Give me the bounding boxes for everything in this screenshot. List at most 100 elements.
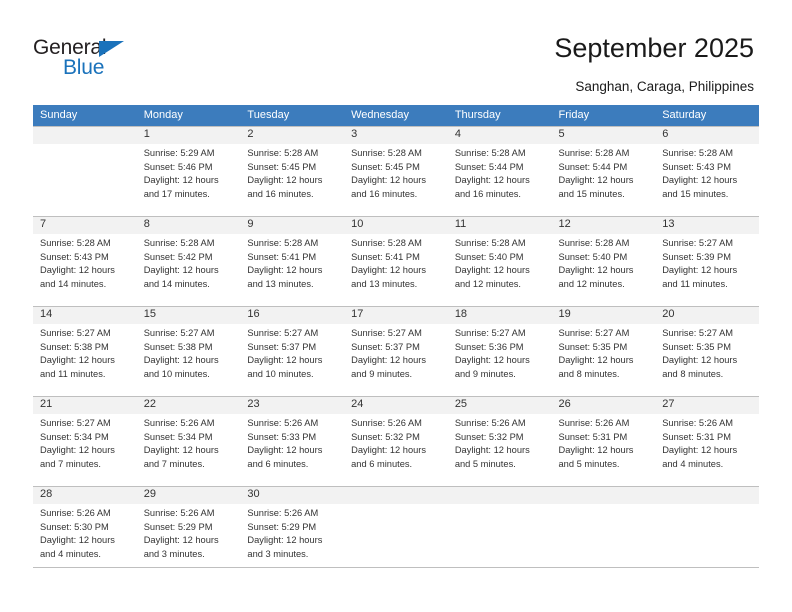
daylight-text-line2: and 4 minutes. — [40, 548, 101, 559]
calendar-day-cell[interactable]: 2 Sunrise: 5:28 AM Sunset: 5:45 PM Daylight… — [240, 126, 345, 216]
day-details: Sunrise: 5:27 AM Sunset: 5:38 PM Daylight:… — [137, 324, 241, 381]
calendar-day-cell[interactable]: 27 Sunrise: 5:26 AM Sunset: 5:31 PM Dayligh… — [655, 396, 759, 486]
day-details: Sunrise: 5:29 AM Sunset: 5:46 PM Daylight:… — [137, 144, 241, 201]
day-number: 20 — [655, 307, 759, 324]
day-details: Sunrise: 5:28 AM Sunset: 5:45 PM Daylight:… — [344, 144, 448, 201]
calendar-day-cell[interactable]: 17 Sunrise: 5:27 AM Sunset: 5:37 PM Dayligh… — [344, 306, 448, 396]
calendar-day-cell[interactable]: 5 Sunrise: 5:28 AM Sunset: 5:44 PM Daylight… — [551, 126, 656, 216]
daylight-text-line2: and 14 minutes. — [40, 278, 107, 289]
calendar-day-cell[interactable]: 6 Sunrise: 5:28 AM Sunset: 5:43 PM Daylight… — [655, 126, 759, 216]
day-cell-inner: 26 Sunrise: 5:26 AM Sunset: 5:31 PM Dayligh… — [551, 396, 656, 486]
daylight-text-line1: Daylight: 12 hours — [558, 445, 634, 456]
day-cell-inner: 28 Sunrise: 5:26 AM Sunset: 5:30 PM Dayligh… — [33, 486, 137, 576]
sunset-text: Sunset: 5:34 PM — [143, 431, 213, 442]
calendar-day-cell[interactable]: 13 Sunrise: 5:27 AM Sunset: 5:39 PM Dayligh… — [655, 216, 759, 306]
weekday-header-row: Sunday Monday Tuesday Wednesday Thursday… — [33, 105, 759, 126]
daylight-text-line1: Daylight: 12 hours — [143, 355, 219, 366]
calendar-day-cell[interactable]: 9 Sunrise: 5:28 AM Sunset: 5:41 PM Daylight… — [240, 216, 345, 306]
calendar-day-cell[interactable]: 7 Sunrise: 5:28 AM Sunset: 5:43 PM Daylight… — [33, 216, 137, 306]
daylight-text-line2: and 16 minutes. — [351, 188, 418, 199]
day-cell-inner: 12 Sunrise: 5:28 AM Sunset: 5:40 PM Dayligh… — [551, 216, 656, 306]
calendar-day-cell[interactable]: 10 Sunrise: 5:28 AM Sunset: 5:41 PM Dayligh… — [344, 216, 448, 306]
day-number: 6 — [655, 127, 759, 144]
calendar-day-cell[interactable]: 22 Sunrise: 5:26 AM Sunset: 5:34 PM Dayligh… — [136, 396, 241, 486]
day-number: 4 — [447, 127, 552, 144]
calendar-day-cell[interactable]: 8 Sunrise: 5:28 AM Sunset: 5:42 PM Daylight… — [136, 216, 241, 306]
weekday-header-thursday: Thursday — [447, 105, 552, 126]
sunrise-text: Sunrise: 5:26 AM — [662, 418, 734, 428]
sunset-text: Sunset: 5:37 PM — [351, 341, 420, 352]
calendar-day-cell[interactable]: 28 Sunrise: 5:26 AM Sunset: 5:30 PM Dayligh… — [33, 486, 137, 576]
calendar-day-cell[interactable]: 4 Sunrise: 5:28 AM Sunset: 5:44 PM Daylight… — [447, 126, 552, 216]
calendar-day-cell[interactable] — [344, 486, 448, 576]
sunrise-text: Sunrise: 5:27 AM — [351, 328, 422, 338]
calendar-day-cell[interactable]: 15 Sunrise: 5:27 AM Sunset: 5:38 PM Dayligh… — [136, 306, 241, 396]
sunset-text: Sunset: 5:44 PM — [558, 161, 628, 172]
day-number: 10 — [344, 217, 448, 234]
calendar-day-cell[interactable]: 19 Sunrise: 5:27 AM Sunset: 5:35 PM Dayligh… — [551, 306, 656, 396]
calendar-day-cell[interactable]: 18 Sunrise: 5:27 AM Sunset: 5:36 PM Dayligh… — [447, 306, 552, 396]
calendar-day-cell[interactable]: 1 Sunrise: 5:29 AM Sunset: 5:46 PM Daylight… — [136, 126, 241, 216]
daylight-text-line1: Daylight: 12 hours — [558, 175, 634, 186]
day-cell-inner: 2 Sunrise: 5:28 AM Sunset: 5:45 PM Daylight… — [240, 126, 345, 216]
calendar-day-cell[interactable]: 16 Sunrise: 5:27 AM Sunset: 5:37 PM Dayligh… — [240, 306, 345, 396]
sunset-text: Sunset: 5:35 PM — [662, 341, 731, 352]
day-cell-inner — [447, 486, 552, 576]
sunset-text: Sunset: 5:29 PM — [143, 521, 213, 532]
daylight-text-line1: Daylight: 12 hours — [662, 175, 738, 186]
daylight-text-line2: and 7 minutes. — [143, 458, 205, 469]
calendar-day-cell[interactable] — [655, 486, 759, 576]
daylight-text-line1: Daylight: 12 hours — [351, 445, 427, 456]
daylight-text-line1: Daylight: 12 hours — [40, 355, 115, 366]
day-details: Sunrise: 5:28 AM Sunset: 5:42 PM Daylight:… — [137, 234, 241, 291]
day-details: Sunrise: 5:27 AM Sunset: 5:38 PM Daylight:… — [33, 324, 137, 381]
calendar-day-cell[interactable]: 21 Sunrise: 5:27 AM Sunset: 5:34 PM Dayligh… — [33, 396, 137, 486]
sunset-text: Sunset: 5:43 PM — [662, 161, 731, 172]
sunrise-text: Sunrise: 5:28 AM — [662, 148, 734, 158]
sunset-text: Sunset: 5:36 PM — [454, 341, 524, 352]
calendar-day-cell[interactable]: 11 Sunrise: 5:28 AM Sunset: 5:40 PM Dayligh… — [447, 216, 552, 306]
daylight-text-line1: Daylight: 12 hours — [351, 355, 427, 366]
calendar-day-cell[interactable] — [33, 126, 137, 216]
calendar-day-cell[interactable]: 29 Sunrise: 5:26 AM Sunset: 5:29 PM Dayligh… — [136, 486, 241, 576]
calendar-day-cell[interactable] — [447, 486, 552, 576]
calendar-day-cell[interactable]: 3 Sunrise: 5:28 AM Sunset: 5:45 PM Daylight… — [344, 126, 448, 216]
daylight-text-line2: and 6 minutes. — [247, 458, 309, 469]
calendar-day-cell[interactable]: 25 Sunrise: 5:26 AM Sunset: 5:32 PM Dayligh… — [447, 396, 552, 486]
daylight-text-line2: and 14 minutes. — [143, 278, 210, 289]
calendar-day-cell[interactable]: 20 Sunrise: 5:27 AM Sunset: 5:35 PM Dayligh… — [655, 306, 759, 396]
daylight-text-line1: Daylight: 12 hours — [247, 445, 323, 456]
daylight-text-line2: and 9 minutes. — [351, 368, 413, 379]
calendar-day-cell[interactable] — [551, 486, 656, 576]
day-details: Sunrise: 5:28 AM Sunset: 5:45 PM Daylight:… — [240, 144, 344, 201]
day-cell-inner: 22 Sunrise: 5:26 AM Sunset: 5:34 PM Dayligh… — [136, 396, 241, 486]
calendar-day-cell[interactable]: 30 Sunrise: 5:26 AM Sunset: 5:29 PM Dayligh… — [240, 486, 345, 576]
day-cell-inner: 1 Sunrise: 5:29 AM Sunset: 5:46 PM Daylight… — [136, 126, 241, 216]
sunset-text: Sunset: 5:32 PM — [454, 431, 524, 442]
calendar-day-cell[interactable]: 14 Sunrise: 5:27 AM Sunset: 5:38 PM Dayligh… — [33, 306, 137, 396]
calendar-day-cell[interactable]: 12 Sunrise: 5:28 AM Sunset: 5:40 PM Dayligh… — [551, 216, 656, 306]
calendar-week-row: 7 Sunrise: 5:28 AM Sunset: 5:43 PM Daylight… — [33, 216, 759, 306]
logo-text-blue: Blue — [63, 56, 105, 79]
day-number: 19 — [551, 307, 656, 324]
day-details: Sunrise: 5:26 AM Sunset: 5:31 PM Daylight:… — [655, 414, 759, 471]
day-details: Sunrise: 5:28 AM Sunset: 5:40 PM Daylight:… — [552, 234, 656, 291]
daylight-text-line2: and 3 minutes. — [247, 548, 309, 559]
sunrise-text: Sunrise: 5:27 AM — [662, 238, 734, 248]
sunset-text: Sunset: 5:40 PM — [454, 251, 524, 262]
sunset-text: Sunset: 5:42 PM — [143, 251, 213, 262]
day-cell-inner — [344, 486, 448, 576]
day-details: Sunrise: 5:26 AM Sunset: 5:30 PM Daylight:… — [33, 504, 137, 561]
sunset-text: Sunset: 5:31 PM — [558, 431, 628, 442]
day-number: 11 — [447, 217, 552, 234]
day-details: Sunrise: 5:28 AM Sunset: 5:41 PM Daylight:… — [344, 234, 448, 291]
calendar-day-cell[interactable]: 23 Sunrise: 5:26 AM Sunset: 5:33 PM Dayligh… — [240, 396, 345, 486]
sunset-text: Sunset: 5:38 PM — [143, 341, 213, 352]
calendar-day-cell[interactable]: 26 Sunrise: 5:26 AM Sunset: 5:31 PM Dayligh… — [551, 396, 656, 486]
daylight-text-line1: Daylight: 12 hours — [40, 535, 115, 546]
calendar-day-cell[interactable]: 24 Sunrise: 5:26 AM Sunset: 5:32 PM Dayligh… — [344, 396, 448, 486]
day-number — [551, 487, 656, 504]
day-cell-inner: 19 Sunrise: 5:27 AM Sunset: 5:35 PM Dayligh… — [551, 306, 656, 396]
day-details: Sunrise: 5:26 AM Sunset: 5:32 PM Daylight:… — [448, 414, 552, 471]
sunrise-text: Sunrise: 5:26 AM — [143, 508, 215, 518]
